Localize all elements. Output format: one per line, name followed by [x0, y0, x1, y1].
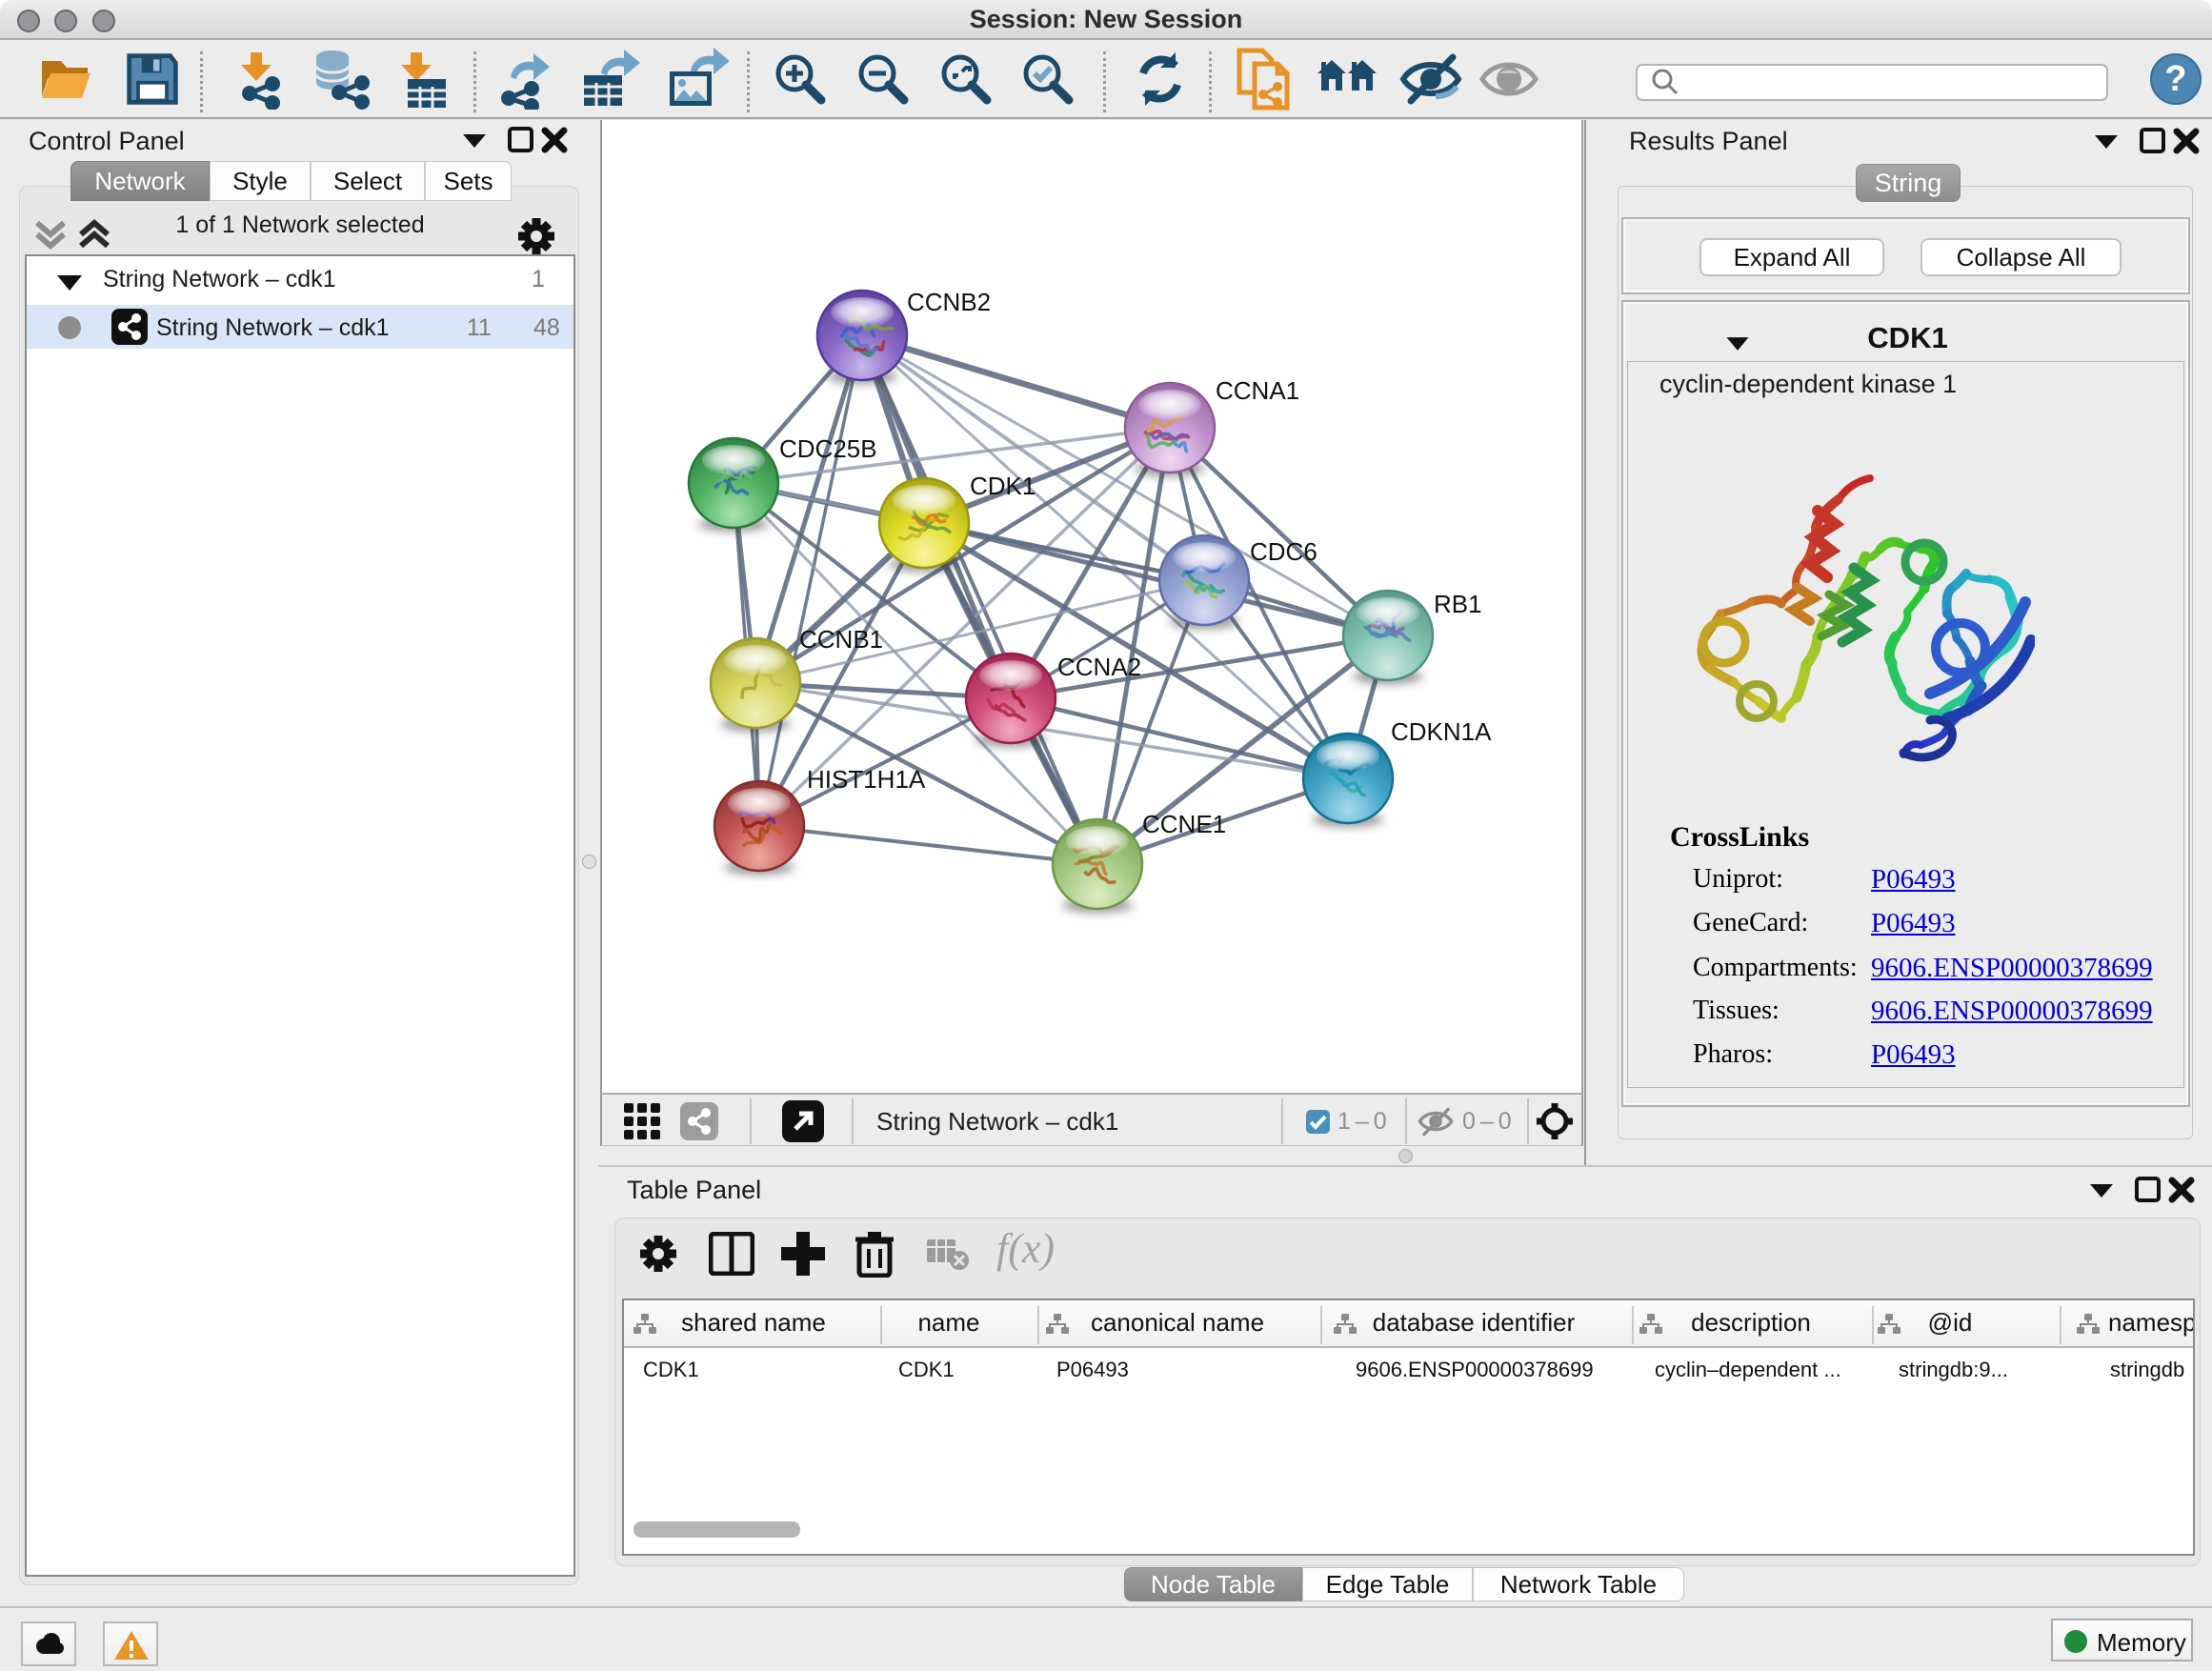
svg-text:CCNB1: CCNB1 — [799, 625, 883, 654]
svg-text:CCNA1: CCNA1 — [1216, 376, 1299, 405]
svg-text:HIST1H1A: HIST1H1A — [807, 765, 926, 794]
svg-text:CDKN1A: CDKN1A — [1391, 717, 1492, 746]
svg-text:CCNA2: CCNA2 — [1057, 653, 1141, 681]
svg-text:CDC6: CDC6 — [1250, 537, 1317, 566]
svg-text:CDK1: CDK1 — [970, 472, 1036, 500]
svg-text:CCNB2: CCNB2 — [907, 288, 991, 316]
svg-text:CCNE1: CCNE1 — [1142, 810, 1226, 838]
svg-text:?: ? — [2164, 59, 2186, 99]
svg-text:RB1: RB1 — [1434, 590, 1482, 618]
svg-text:CDC25B: CDC25B — [779, 434, 877, 463]
